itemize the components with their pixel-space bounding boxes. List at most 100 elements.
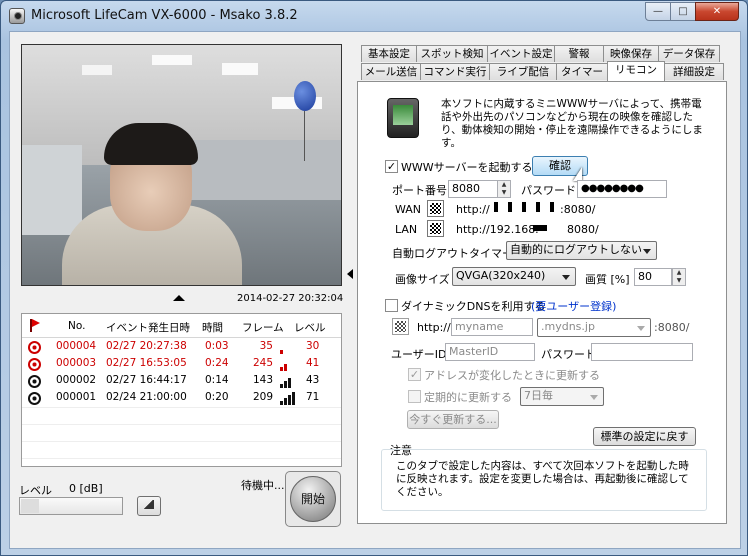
dyndns-password-input[interactable] <box>591 343 693 361</box>
tab-row1-5[interactable]: データ保存 <box>658 45 720 62</box>
title-bar[interactable]: Microsoft LifeCam VX-6000 - Msako 3.8.2 … <box>1 1 747 31</box>
logout-select[interactable]: 自動的にログアウトしない <box>506 241 657 260</box>
lan-url-prefix: http://192.168. <box>456 223 539 236</box>
maximize-button[interactable]: □ <box>670 2 696 21</box>
cell-duration: 0:24 <box>205 357 229 369</box>
level-bars <box>280 373 302 390</box>
update-periodic-checkbox[interactable] <box>408 390 421 403</box>
close-button[interactable]: ✕ <box>695 2 739 21</box>
empty-row-line <box>22 458 341 459</box>
reset-defaults-button[interactable]: 標準の設定に戻す <box>593 427 696 446</box>
minimize-button[interactable]: — <box>645 2 671 21</box>
port-input[interactable]: 8080 <box>448 180 498 198</box>
col-level[interactable]: レベル <box>294 320 326 335</box>
table-row[interactable]: 000004 02/27 20:27:38 0:03 35 30 <box>22 339 341 356</box>
level-meter <box>19 497 123 515</box>
tab-row2-2[interactable]: ライブ配信 <box>489 63 557 80</box>
level-bar <box>280 401 283 405</box>
level-graph-button[interactable] <box>137 496 161 516</box>
cell-datetime: 02/27 20:27:38 <box>106 340 187 352</box>
remote-description: 本ソフトに内蔵するミニWWWサーバによって、携帯電話や外出先のパソコンなどから現… <box>441 98 703 149</box>
quality-spinner[interactable]: ▲ ▼ <box>672 268 686 286</box>
cell-duration: 0:14 <box>205 374 229 386</box>
port-spinner[interactable]: ▲ ▼ <box>497 180 511 198</box>
col-datetime[interactable]: イベント発生日時 <box>106 320 190 335</box>
col-no[interactable]: No. <box>68 320 85 332</box>
webcam-app-icon <box>9 8 25 24</box>
level-bar <box>280 384 283 388</box>
camera-event-icon <box>28 392 41 405</box>
cell-level: 71 <box>306 391 320 403</box>
flag-icon-cloth <box>32 319 40 327</box>
status-text: 待機中... <box>241 479 285 492</box>
level-bar <box>288 395 291 405</box>
table-row[interactable]: 000002 02/27 16:44:17 0:14 143 43 <box>22 373 341 390</box>
cell-datetime: 02/27 16:53:05 <box>106 357 187 369</box>
balloon-string <box>304 111 305 161</box>
triangle-up-icon[interactable] <box>173 295 185 301</box>
www-server-label: WWWサーバーを起動する <box>401 161 533 174</box>
update-now-button[interactable]: 今すぐ更新する... <box>407 410 499 429</box>
tab-row1-0[interactable]: 基本設定 <box>361 45 417 62</box>
note-text: このタブで設定した内容は、すべて次回本ソフトを起動した時に反映されます。設定を変… <box>396 460 689 498</box>
dyndns-http-prefix: http:// <box>417 321 451 334</box>
qr-code-icon[interactable] <box>427 220 444 237</box>
person-hair <box>104 123 198 165</box>
collapse-arrow-icon[interactable] <box>347 269 353 279</box>
start-button[interactable]: 開始 <box>290 476 336 522</box>
cell-frames: 35 <box>259 340 273 352</box>
tab-row1-2[interactable]: イベント設定 <box>487 45 555 62</box>
event-list[interactable]: No. イベント発生日時 時間 フレーム レベル 000004 02/27 20:… <box>21 313 342 467</box>
empty-row-line <box>22 441 341 442</box>
empty-row-line <box>22 407 341 408</box>
table-row[interactable]: 000001 02/24 21:00:00 0:20 209 71 <box>22 390 341 407</box>
dyndns-password-label: パスワード <box>541 348 596 361</box>
quality-input[interactable]: 80 <box>634 268 672 286</box>
port-label: ポート番号 <box>392 184 447 197</box>
level-bar <box>292 392 295 405</box>
tab-row2-1[interactable]: コマンド実行 <box>420 63 490 80</box>
window-title: Microsoft LifeCam VX-6000 - Msako 3.8.2 <box>31 8 298 23</box>
qr-code-icon[interactable] <box>392 318 409 335</box>
register-link[interactable]: (要ユーザー登録) <box>531 298 616 314</box>
cell-no: 000001 <box>56 391 97 403</box>
image-size-select[interactable]: QVGA(320x240) <box>452 267 576 286</box>
tab-row1-3[interactable]: 警報 <box>554 45 604 62</box>
table-row[interactable]: 000003 02/27 16:53:05 0:24 245 41 <box>22 356 341 373</box>
lan-url-suffix: 8080/ <box>567 223 599 236</box>
ceiling-light <box>152 55 192 65</box>
quality-label: 画質 [%] <box>585 273 630 286</box>
user-id-label: ユーザーID <box>391 348 447 361</box>
update-period-select[interactable]: 7日毎 <box>520 387 604 406</box>
ceiling-light <box>82 65 112 75</box>
qr-code-icon[interactable] <box>427 200 444 217</box>
col-duration[interactable]: 時間 <box>202 320 223 335</box>
level-bar <box>280 350 283 354</box>
level-value: 0 [dB] <box>69 482 103 495</box>
tab-remote-active[interactable]: リモコン <box>607 61 665 81</box>
tab-row1-4[interactable]: 映像保存 <box>603 45 659 62</box>
level-bar <box>288 378 291 388</box>
tab-row1-1[interactable]: スポット検知 <box>416 45 488 62</box>
dyndns-domain-select[interactable]: .mydns.jp <box>537 318 651 337</box>
dyndns-host-input[interactable]: myname <box>451 318 533 336</box>
tab-row2-0[interactable]: メール送信 <box>361 63 421 80</box>
col-frames[interactable]: フレーム <box>242 320 284 335</box>
level-bars <box>280 390 302 407</box>
wan-url-suffix: :8080/ <box>560 203 596 216</box>
tab-row2-3[interactable]: タイマー <box>556 63 608 80</box>
start-button-frame: 開始 <box>285 471 341 527</box>
lan-label: LAN <box>395 223 418 236</box>
office-cabinet <box>22 145 82 235</box>
tab-row2-5[interactable]: 詳細設定 <box>664 63 724 80</box>
wan-url-prefix: http:// <box>456 203 490 216</box>
camera-event-icon <box>28 358 41 371</box>
user-id-input[interactable]: MasterID <box>445 343 535 361</box>
image-size-label: 画像サイズ <box>395 273 450 286</box>
wan-label: WAN <box>395 203 422 216</box>
update-on-change-checkbox[interactable]: ✓ <box>408 368 421 381</box>
cell-frames: 209 <box>252 391 273 403</box>
password-input[interactable]: ●●●●●●●● <box>577 180 667 198</box>
www-server-checkbox[interactable]: ✓ <box>385 160 398 173</box>
dyndns-checkbox[interactable] <box>385 299 398 312</box>
